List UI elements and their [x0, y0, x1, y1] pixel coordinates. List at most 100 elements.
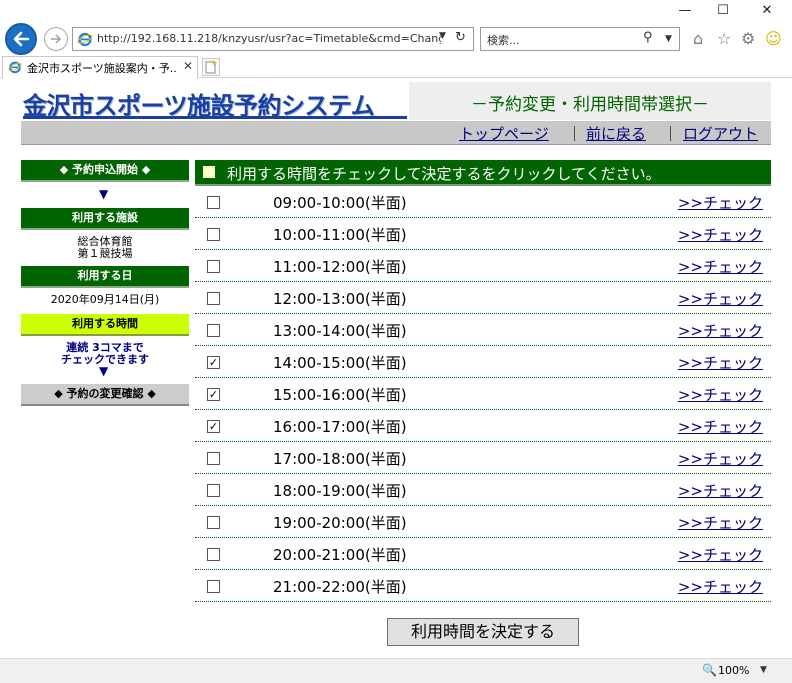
timeslot-row: 11:00-12:00(半面) >>チェック [195, 250, 771, 282]
timeslot-label: 16:00-17:00(半面) [273, 418, 407, 436]
step-start: ◆ 予約申込開始 ◆ [21, 160, 189, 182]
timeslot-checkbox[interactable] [207, 228, 220, 241]
timeslot-label: 14:00-15:00(半面) [273, 354, 407, 372]
step-confirm: ◆ 予約の変更確認 ◆ [21, 384, 189, 406]
url-text[interactable]: http://192.168.11.218/knzyusr/usr?ac=Tim… [97, 32, 441, 45]
forward-arrow-icon [51, 34, 62, 44]
maximize-button[interactable]: ☐ [708, 2, 738, 20]
zoom-dropdown-icon[interactable]: ▼ [760, 665, 767, 675]
tab-title: 金沢市スポーツ施設案内・予... [27, 62, 177, 75]
check-link[interactable]: >>チェック [678, 256, 763, 277]
check-link[interactable]: >>チェック [678, 448, 763, 469]
timeslot-row: 21:00-22:00(半面) >>チェック [195, 570, 771, 602]
timeslot-checkbox[interactable]: ✓ [207, 420, 220, 433]
step-arrow-icon: ▼ [99, 187, 109, 201]
timeslot-checkbox[interactable]: ✓ [207, 388, 220, 401]
home-icon[interactable]: ⌂ [693, 30, 703, 48]
timeslot-row: ✓ 15:00-16:00(半面) >>チェック [195, 378, 771, 410]
zoom-icon[interactable]: 🔍 [702, 663, 717, 677]
check-link[interactable]: >>チェック [678, 416, 763, 437]
timeslot-row: 12:00-13:00(半面) >>チェック [195, 282, 771, 314]
nav-bar: トップページ ｜ 前に戻る ｜ ログアウト [21, 121, 771, 145]
page-title-box: －予約変更・利用時間帯選択－ [409, 82, 771, 120]
step-date: 利用する日 [21, 266, 189, 288]
check-link[interactable]: >>チェック [678, 224, 763, 245]
new-tab-icon [205, 60, 217, 74]
smiley-icon[interactable]: ☺ [765, 30, 782, 48]
logout-link[interactable]: ログアウト [683, 123, 758, 144]
timeslot-row: ✓ 14:00-15:00(半面) >>チェック [195, 346, 771, 378]
facility-room: 第１競技場 [77, 247, 133, 260]
timeslot-checkbox[interactable] [207, 580, 220, 593]
search-dropdown-icon[interactable]: ▼ [665, 34, 672, 44]
ie-logo-icon [8, 61, 22, 74]
timeslot-label: 12:00-13:00(半面) [273, 290, 407, 308]
tab-close-icon[interactable]: ✕ [183, 59, 193, 73]
check-link[interactable]: >>チェック [678, 576, 763, 597]
page-title: －予約変更・利用時間帯選択－ [471, 95, 709, 115]
forward-button[interactable] [44, 27, 68, 51]
new-tab-button[interactable] [202, 58, 220, 76]
timeslot-row: 09:00-10:00(半面) >>チェック [195, 186, 771, 218]
back-link[interactable]: 前に戻る [586, 123, 646, 144]
top-page-link[interactable]: トップページ [459, 123, 549, 144]
timeslot-checkbox[interactable] [207, 260, 220, 273]
refresh-icon[interactable]: ↻ [455, 30, 466, 45]
timeslot-checkbox[interactable]: ✓ [207, 356, 220, 369]
close-window-button[interactable]: ✕ [752, 2, 782, 20]
timeslot-label: 17:00-18:00(半面) [273, 450, 407, 468]
square-bullet-icon [203, 166, 215, 178]
search-icon[interactable]: ⚲ [643, 30, 653, 45]
browser-tab[interactable]: 金沢市スポーツ施設案内・予... ✕ [2, 56, 198, 78]
timeslot-checkbox[interactable] [207, 292, 220, 305]
confirm-time-button[interactable]: 利用時間を決定する [387, 618, 579, 646]
timeslot-label: 11:00-12:00(半面) [273, 258, 407, 276]
step-facility: 利用する施設 [21, 208, 189, 230]
check-link[interactable]: >>チェック [678, 384, 763, 405]
timeslot-label: 15:00-16:00(半面) [273, 386, 407, 404]
timeslot-label: 18:00-19:00(半面) [273, 482, 407, 500]
timeslot-row: 17:00-18:00(半面) >>チェック [195, 442, 771, 474]
check-link[interactable]: >>チェック [678, 352, 763, 373]
address-dropdown-icon[interactable]: ▼ [439, 31, 446, 41]
timeslot-checkbox[interactable] [207, 452, 220, 465]
timeslot-checkbox[interactable] [207, 324, 220, 337]
back-button[interactable] [5, 23, 37, 55]
timeslot-row: ✓ 16:00-17:00(半面) >>チェック [195, 410, 771, 442]
check-link[interactable]: >>チェック [678, 320, 763, 341]
check-link[interactable]: >>チェック [678, 480, 763, 501]
timeslot-label: 13:00-14:00(半面) [273, 322, 407, 340]
check-link[interactable]: >>チェック [678, 544, 763, 565]
window-titlebar: — ☐ ✕ [0, 0, 792, 22]
timeslot-label: 19:00-20:00(半面) [273, 514, 407, 532]
check-link[interactable]: >>チェック [678, 512, 763, 533]
timeslot-row: 18:00-19:00(半面) >>チェック [195, 474, 771, 506]
search-input[interactable]: 検索... [487, 32, 520, 48]
check-link[interactable]: >>チェック [678, 192, 763, 213]
site-logo: 金沢市スポーツ施設予約システム [21, 82, 409, 120]
tab-strip: 金沢市スポーツ施設案内・予... ✕ [0, 56, 792, 78]
ie-logo-icon [77, 32, 93, 47]
timeslot-checkbox[interactable] [207, 484, 220, 497]
timeslot-label: 09:00-10:00(半面) [273, 194, 407, 212]
timeslot-checkbox[interactable] [207, 196, 220, 209]
timeslot-label: 21:00-22:00(半面) [273, 578, 407, 596]
nav-separator: ｜ [663, 125, 679, 143]
star-icon[interactable]: ☆ [717, 30, 731, 48]
gear-icon[interactable]: ⚙ [741, 30, 755, 48]
logo-underline [23, 116, 407, 119]
instruction-text: 利用する時間をチェックして決定するをクリックしてください。 [227, 165, 661, 183]
address-toolbar: http://192.168.11.218/knzyusr/usr?ac=Tim… [0, 22, 792, 56]
timeslot-checkbox[interactable] [207, 516, 220, 529]
check-link[interactable]: >>チェック [678, 288, 763, 309]
instruction-bar: 利用する時間をチェックして決定するをクリックしてください。 [195, 160, 771, 186]
status-bar: 🔍 100% ▼ [0, 658, 792, 683]
timeslot-row: 13:00-14:00(半面) >>チェック [195, 314, 771, 346]
timeslot-checkbox[interactable] [207, 548, 220, 561]
back-arrow-icon [13, 31, 30, 47]
minimize-button[interactable]: — [670, 2, 700, 20]
zoom-level[interactable]: 100% [718, 664, 749, 677]
address-bar[interactable]: http://192.168.11.218/knzyusr/usr?ac=Tim… [72, 27, 474, 51]
search-box[interactable]: 検索... ⚲ ▼ [480, 27, 680, 51]
timeslot-label: 20:00-21:00(半面) [273, 546, 407, 564]
